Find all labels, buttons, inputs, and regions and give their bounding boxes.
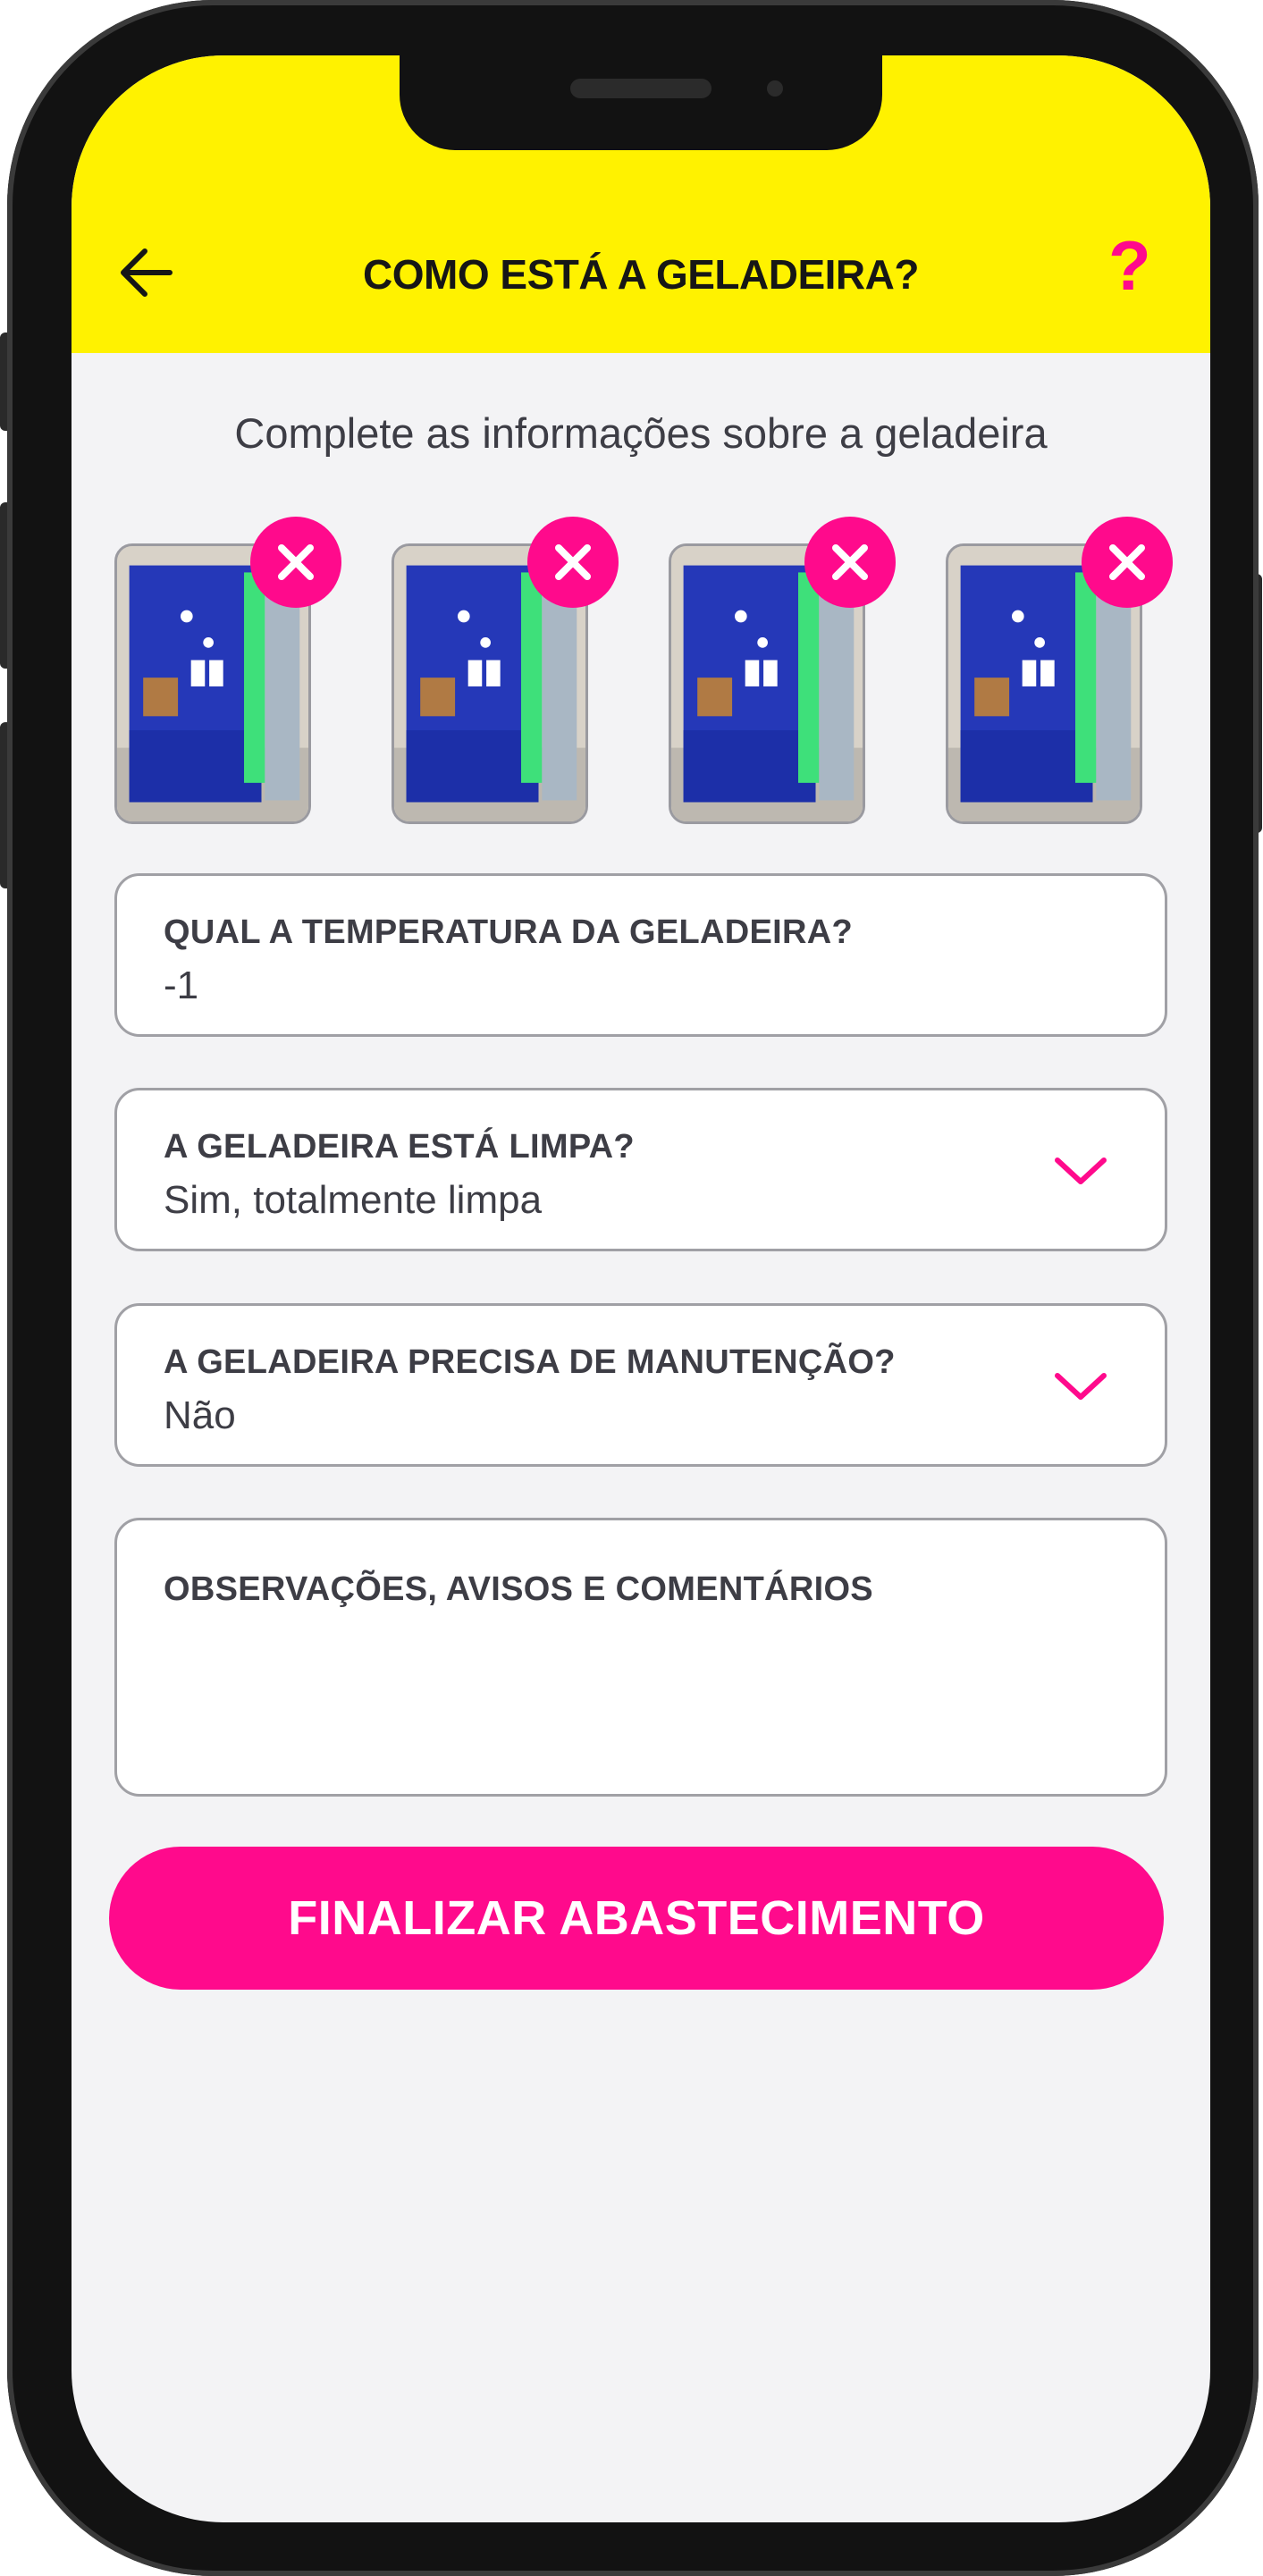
remove-photo-button[interactable] xyxy=(250,517,341,608)
notes-textarea[interactable]: OBSERVAÇÕES, AVISOS E COMENTÁRIOS xyxy=(114,1518,1167,1797)
clean-select[interactable]: A GELADEIRA ESTÁ LIMPA? Sim, totalmente … xyxy=(114,1088,1167,1251)
temperature-field[interactable]: QUAL A TEMPERATURA DA GELADEIRA? -1 xyxy=(114,873,1167,1037)
page-title: COMO ESTÁ A GELADEIRA? xyxy=(363,251,919,298)
maintenance-label: A GELADEIRA PRECISA DE MANUTENÇÃO? xyxy=(164,1343,896,1381)
temperature-input[interactable]: -1 xyxy=(164,964,198,1008)
chevron-down-icon[interactable] xyxy=(1052,1368,1109,1404)
phone-notch xyxy=(400,55,882,150)
close-icon xyxy=(1109,544,1145,580)
help-button[interactable]: ? xyxy=(1108,231,1151,300)
clean-value: Sim, totalmente limpa xyxy=(164,1178,543,1222)
back-button[interactable] xyxy=(114,239,182,307)
subtitle: Complete as informações sobre a geladeir… xyxy=(234,409,1048,457)
front-camera xyxy=(767,80,783,97)
clean-label: A GELADEIRA ESTÁ LIMPA? xyxy=(164,1128,635,1166)
notes-label: OBSERVAÇÕES, AVISOS E COMENTÁRIOS xyxy=(164,1570,873,1608)
app-screen: COMO ESTÁ A GELADEIRA? ? Complete as inf… xyxy=(72,55,1210,2522)
remove-photo-button[interactable] xyxy=(804,517,896,608)
temperature-label: QUAL A TEMPERATURA DA GELADEIRA? xyxy=(164,913,853,951)
remove-photo-button[interactable] xyxy=(1082,517,1173,608)
phone-frame: COMO ESTÁ A GELADEIRA? ? Complete as inf… xyxy=(7,0,1259,2576)
photo-gallery xyxy=(114,517,1173,829)
remove-photo-button[interactable] xyxy=(527,517,619,608)
finalize-button[interactable]: FINALIZAR ABASTECIMENTO xyxy=(109,1847,1164,1990)
speaker-grille xyxy=(570,79,711,98)
close-icon xyxy=(555,544,591,580)
close-icon xyxy=(832,544,868,580)
arrow-left-icon xyxy=(121,248,173,297)
maintenance-select[interactable]: A GELADEIRA PRECISA DE MANUTENÇÃO? Não xyxy=(114,1303,1167,1467)
chevron-down-icon[interactable] xyxy=(1052,1153,1109,1189)
maintenance-value: Não xyxy=(164,1393,236,1437)
close-icon xyxy=(278,544,314,580)
